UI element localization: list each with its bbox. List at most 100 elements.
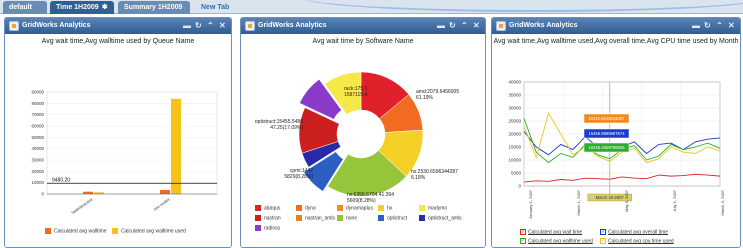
tooltip-text: 10245.4928798636 — [588, 145, 625, 150]
minimize-icon[interactable]: ▬ — [437, 18, 445, 34]
x-tick-label: January 1, 2007 — [528, 189, 533, 218]
legend-label: nastran — [264, 215, 281, 222]
legend-item[interactable]: ✓ Calculated avg cpu time used — [600, 238, 674, 244]
plot-area — [46, 91, 218, 195]
legend-item[interactable]: ✓ Calculated avg wait time — [520, 229, 582, 235]
legend-swatch — [255, 215, 261, 221]
series-line — [523, 173, 721, 183]
tab-time-1h2009[interactable]: Time 1H2009 ✱ — [50, 1, 114, 14]
legend-label: radioss — [264, 225, 281, 232]
close-icon[interactable]: ✕ — [473, 18, 480, 34]
panel-body: Avg wait time by Software Name amd:2079.… — [241, 34, 485, 247]
legend-item[interactable]: none — [337, 215, 357, 221]
legend-label: nastran_amls — [305, 215, 336, 222]
chart-legend: ✓ Calculated avg wait time ✓ Calculated avg… — [520, 229, 735, 247]
close-icon[interactable]: ✕ — [728, 18, 735, 34]
legend-item[interactable]: hx — [378, 205, 392, 211]
legend-item[interactable]: ✓ Calculated avg walltime used — [520, 238, 593, 244]
legend-label: hx — [387, 205, 393, 212]
bar — [160, 190, 170, 194]
collapse-icon[interactable]: ⌃ — [461, 18, 468, 34]
legend-label: Calculated avg walltime used — [528, 238, 593, 245]
legend-swatch — [419, 205, 425, 211]
y-tick-label: 30000 — [508, 106, 521, 111]
legend-swatch — [296, 215, 302, 221]
cursor-label: March 10-2007 — [596, 195, 625, 200]
legend-item[interactable]: dynamaplus — [337, 205, 373, 211]
legend-item[interactable]: nastran — [255, 215, 281, 221]
y-tick-label: 0 — [518, 184, 521, 189]
checkbox-icon[interactable]: ✓ — [520, 229, 526, 235]
legend-swatch — [337, 215, 343, 221]
month-panel: GridWorks Analytics ▬ ↻ ⌃ ✕ Avg wait tim… — [491, 17, 741, 248]
y-tick-label: 80000 — [31, 101, 44, 106]
legend-item[interactable]: optistruct_amls — [419, 215, 462, 221]
minimize-icon[interactable]: ▬ — [183, 18, 191, 34]
y-tick-label: 10000 — [31, 180, 44, 185]
tab-summary-1h2009[interactable]: Summary 1H2009 — [118, 1, 190, 14]
slice-label: 5609(8.28%) — [347, 198, 376, 204]
y-tick-label: 30000 — [31, 158, 44, 163]
legend-item[interactable]: ✓ Calculated avg overall time — [600, 229, 668, 235]
legend-item[interactable]: nastran_amls — [296, 215, 335, 221]
panel-header: GridWorks Analytics ▬ ↻ ⌃ ✕ — [492, 18, 740, 34]
legend-swatch — [45, 228, 51, 234]
checkbox-icon[interactable]: ✓ — [600, 238, 606, 244]
checkbox-icon[interactable]: ✓ — [520, 238, 526, 244]
minimize-icon[interactable]: ▬ — [692, 18, 700, 34]
legend-item[interactable]: dyna — [296, 205, 316, 211]
collapse-icon[interactable]: ⌃ — [716, 18, 723, 34]
legend-swatch — [337, 205, 343, 211]
y-tick-label: 20000 — [508, 132, 521, 137]
y-tick-label: 5000 — [511, 171, 522, 176]
legend-item[interactable]: madymo — [419, 205, 447, 211]
bar-chart: 90000 80000 70000 60000 50000 40000 30000 20000… — [31, 90, 218, 215]
legend-item[interactable]: radioss — [255, 225, 280, 231]
y-tick-label: 70000 — [31, 112, 44, 117]
series-line — [523, 118, 721, 164]
refresh-icon[interactable]: ↻ — [195, 18, 202, 34]
close-icon[interactable]: ✕ — [219, 18, 226, 34]
tab-new[interactable]: New Tab — [195, 1, 243, 14]
bar — [83, 191, 93, 194]
legend-label: dynamaplus — [346, 205, 373, 212]
gear-icon[interactable]: ✱ — [102, 4, 108, 11]
tooltip-text: 15456.9896987574 — [588, 131, 625, 136]
legend-swatch — [112, 228, 118, 234]
legend-label: optistruct — [387, 215, 408, 222]
refresh-icon[interactable]: ↻ — [449, 18, 456, 34]
slice-label: 6.18% — [411, 175, 426, 181]
slice-label: 5829(8.28%) — [284, 174, 313, 180]
collapse-icon[interactable]: ⌃ — [207, 18, 214, 34]
x-tick-label: fastinteractive — [70, 196, 94, 215]
legend-swatch — [296, 205, 302, 211]
tooltip-text: 10116.6442818357 — [589, 116, 625, 121]
x-tick-label: March 1, 2007 — [576, 189, 581, 215]
y-tick-label: 90000 — [31, 90, 44, 95]
legend-item[interactable]: Calculated avg walltime used — [112, 228, 186, 234]
slice-label: 1587115.4 — [344, 92, 367, 98]
line-chart: 40000 35000 30000 25000 20000 15000 10000 5000 0… — [508, 80, 725, 219]
y-tick-label: 50000 — [31, 135, 44, 140]
header-swoosh — [300, 0, 743, 12]
legend-item[interactable]: Calculated avg walltime — [45, 228, 107, 234]
y-tick-label: 20000 — [31, 169, 44, 174]
legend-label: Calculated avg cpu time used — [608, 238, 674, 245]
legend-item[interactable]: optistruct — [378, 215, 407, 221]
legend-label: Calculated avg walltime used — [121, 228, 186, 235]
legend-item[interactable]: abaqus — [255, 205, 280, 211]
panel-body: Avg wait time,Avg walltime used,Avg over… — [492, 34, 740, 247]
slice-label: 61.19% — [416, 95, 434, 101]
legend-label: abaqus — [264, 205, 281, 212]
tab-default[interactable]: default — [3, 1, 47, 14]
legend-label: madymo — [428, 205, 448, 212]
tab-bar: default Time 1H2009 ✱ Summary 1H2009 New … — [0, 0, 743, 14]
checkbox-icon[interactable]: ✓ — [600, 229, 606, 235]
app-icon — [496, 21, 506, 31]
x-tick-label: March 3, 2007 — [720, 189, 725, 215]
bar — [171, 98, 181, 194]
y-tick-label: 0 — [41, 192, 44, 197]
legend-label: none — [346, 215, 358, 222]
refresh-icon[interactable]: ↻ — [704, 18, 711, 34]
slice-label: 47.25(17.09%) — [270, 125, 303, 131]
